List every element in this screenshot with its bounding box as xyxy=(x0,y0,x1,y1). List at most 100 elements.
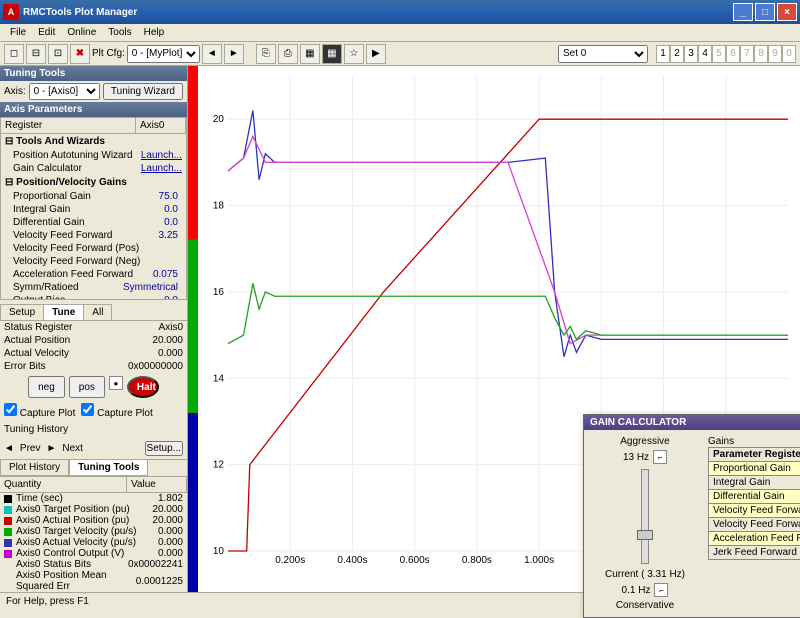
tuning-wizard-button[interactable]: Tuning Wizard xyxy=(103,83,183,100)
numtab-0[interactable]: 0 xyxy=(782,45,796,63)
gain-row[interactable]: Proportional Gain203.0 xyxy=(709,462,800,476)
quantity-row[interactable]: Axis0 Target Position (pu)20.000 xyxy=(0,504,187,515)
param-row[interactable]: Gain CalculatorLaunch... xyxy=(1,162,186,175)
quantity-row[interactable]: Axis0 Status Bits0x00002241 xyxy=(0,559,187,570)
menu-help[interactable]: Help xyxy=(138,25,171,40)
next-icon[interactable]: ► xyxy=(46,443,56,454)
plot-area[interactable]: 1012141618200.200s0.400s0.600s0.800s1.00… xyxy=(188,66,800,592)
menu-online[interactable]: Online xyxy=(61,25,102,40)
neg-button[interactable]: neg xyxy=(28,376,65,398)
titlebar: A RMCTools Plot Manager _ □ × xyxy=(0,0,800,24)
col-value: Value xyxy=(127,477,187,492)
param-row[interactable]: Proportional Gain75.0 xyxy=(1,190,186,203)
param-row[interactable]: Symm/RatioedSymmetrical xyxy=(1,281,186,294)
group-pos-vel-gains[interactable]: ⊟ Position/Velocity Gains xyxy=(1,175,186,190)
col-register: Register xyxy=(1,118,136,133)
menu-tools[interactable]: Tools xyxy=(102,25,137,40)
param-row[interactable]: Output Bias0.0 xyxy=(1,294,186,300)
status-row: Status RegisterAxis0 xyxy=(0,321,187,334)
sidebar: Tuning Tools Axis: 0 - [Axis0] Tuning Wi… xyxy=(0,66,188,592)
menu-edit[interactable]: Edit xyxy=(32,25,61,40)
tb-play-icon[interactable]: ▶ xyxy=(366,44,386,64)
numtab-4[interactable]: 4 xyxy=(698,45,712,63)
halt-button[interactable]: Halt xyxy=(127,376,159,398)
gain-row[interactable]: Integral Gain2763.0 xyxy=(709,476,800,490)
numtab-9[interactable]: 9 xyxy=(768,45,782,63)
gain-row[interactable]: Differential Gain1.674 xyxy=(709,490,800,504)
tab-plot-history[interactable]: Plot History xyxy=(0,460,69,476)
gain-row[interactable]: Velocity Feed Forward (Neg)3.294 xyxy=(709,518,800,532)
svg-text:20: 20 xyxy=(213,114,225,125)
quantity-row[interactable]: Axis0 Actual Position (pu)20.000 xyxy=(0,515,187,526)
svg-text:16: 16 xyxy=(213,287,225,298)
gain-row[interactable]: Acceleration Feed Forward0.04054 xyxy=(709,532,800,546)
tab-tuning-tools[interactable]: Tuning Tools xyxy=(69,460,148,476)
svg-text:0.200s: 0.200s xyxy=(275,555,305,566)
quantity-row[interactable]: Time (sec)1.802 xyxy=(0,493,187,504)
quantity-row[interactable]: Axis0 Control Output (V)0.000 xyxy=(0,548,187,559)
tab-all[interactable]: All xyxy=(83,304,112,320)
axis-params-header: Axis Parameters xyxy=(0,102,187,117)
gain-calculator-panel[interactable]: GAIN CALCULATOR ✕ Aggressive 13 Hz⌐ Curr… xyxy=(583,414,800,618)
numtab-7[interactable]: 7 xyxy=(740,45,754,63)
prev-icon[interactable]: ◄ xyxy=(4,443,14,454)
param-row[interactable]: Velocity Feed Forward (Neg) xyxy=(1,255,186,268)
tb-prev-icon[interactable]: ◄ xyxy=(202,44,222,64)
setup-button[interactable]: Setup... xyxy=(145,441,183,456)
group-tools-wizards[interactable]: ⊟ Tools And Wizards xyxy=(1,134,186,149)
numtab-5[interactable]: 5 xyxy=(712,45,726,63)
status-row: Actual Velocity0.000 xyxy=(0,347,187,360)
tb-grid-icon[interactable]: ▦ xyxy=(300,44,320,64)
tab-setup[interactable]: Setup xyxy=(0,304,44,320)
plot-cfg-select[interactable]: 0 - [MyPlot] xyxy=(127,45,200,63)
axis-select[interactable]: 0 - [Axis0] xyxy=(29,83,100,100)
capture-plot-1[interactable]: Capture Plot xyxy=(4,403,75,419)
param-row[interactable]: Acceleration Feed Forward0.075 xyxy=(1,268,186,281)
hz-bot-icon: ⌐ xyxy=(654,583,668,597)
plot-cfg-label: Plt Cfg: xyxy=(92,48,125,59)
set-select[interactable]: Set 0 xyxy=(558,45,648,63)
numtabs: 1 2 3 4 5 6 7 8 9 0 xyxy=(656,45,796,63)
gain-row[interactable]: Jerk Feed Forward0.0 xyxy=(709,546,800,560)
tb-next-icon[interactable]: ► xyxy=(224,44,244,64)
record-icon[interactable]: ● xyxy=(109,376,123,390)
param-row[interactable]: Velocity Feed Forward3.25 xyxy=(1,229,186,242)
tb-copy-icon[interactable]: ⎘ xyxy=(256,44,276,64)
numtab-6[interactable]: 6 xyxy=(726,45,740,63)
slider-thumb[interactable] xyxy=(637,530,653,540)
tb-save-icon[interactable]: ⊡ xyxy=(48,44,68,64)
quantity-row[interactable]: Axis0 Position Mean Squared Err0.0001225 xyxy=(0,570,187,592)
mid-tabs: Setup Tune All xyxy=(0,304,187,321)
capture-plot-2[interactable]: Capture Plot xyxy=(81,403,152,419)
statusbar-help: For Help, press F1 xyxy=(6,596,89,607)
tb-print-icon[interactable]: ⎙ xyxy=(278,44,298,64)
numtab-1[interactable]: 1 xyxy=(656,45,670,63)
numtab-8[interactable]: 8 xyxy=(754,45,768,63)
quantity-row[interactable]: Axis0 Target Velocity (pu/s)0.000 xyxy=(0,526,187,537)
tb-stop-icon[interactable]: ✖ xyxy=(70,44,90,64)
tb-open-icon[interactable]: ⊟ xyxy=(26,44,46,64)
gain-row[interactable]: Velocity Feed Forward (Pos)3.295 xyxy=(709,504,800,518)
quantity-row[interactable]: Axis0 Actual Velocity (pu/s)0.000 xyxy=(0,537,187,548)
tb-star-icon[interactable]: ☆ xyxy=(344,44,364,64)
aggressiveness-slider[interactable] xyxy=(641,469,649,564)
tab-tune[interactable]: Tune xyxy=(43,304,84,320)
conservative-label: Conservative xyxy=(616,600,674,611)
minimize-button[interactable]: _ xyxy=(733,3,753,21)
tb-new-icon[interactable]: ◻ xyxy=(4,44,24,64)
param-row[interactable]: Velocity Feed Forward (Pos) xyxy=(1,242,186,255)
pos-button[interactable]: pos xyxy=(69,376,105,398)
maximize-button[interactable]: □ xyxy=(755,3,775,21)
close-button[interactable]: × xyxy=(777,3,797,21)
gains-table: Parameter RegisterAxis 0 Proportional Ga… xyxy=(708,447,800,560)
param-row[interactable]: Position Autotuning WizardLaunch... xyxy=(1,149,186,162)
numtab-2[interactable]: 2 xyxy=(670,45,684,63)
hz-top: 13 Hz xyxy=(623,452,649,463)
menu-file[interactable]: File xyxy=(4,25,32,40)
param-row[interactable]: Integral Gain0.0 xyxy=(1,203,186,216)
numtab-3[interactable]: 3 xyxy=(684,45,698,63)
col-axis0: Axis0 xyxy=(136,118,186,133)
svg-text:0.800s: 0.800s xyxy=(462,555,492,566)
param-row[interactable]: Differential Gain0.0 xyxy=(1,216,186,229)
tb-dark-icon[interactable]: ▦ xyxy=(322,44,342,64)
